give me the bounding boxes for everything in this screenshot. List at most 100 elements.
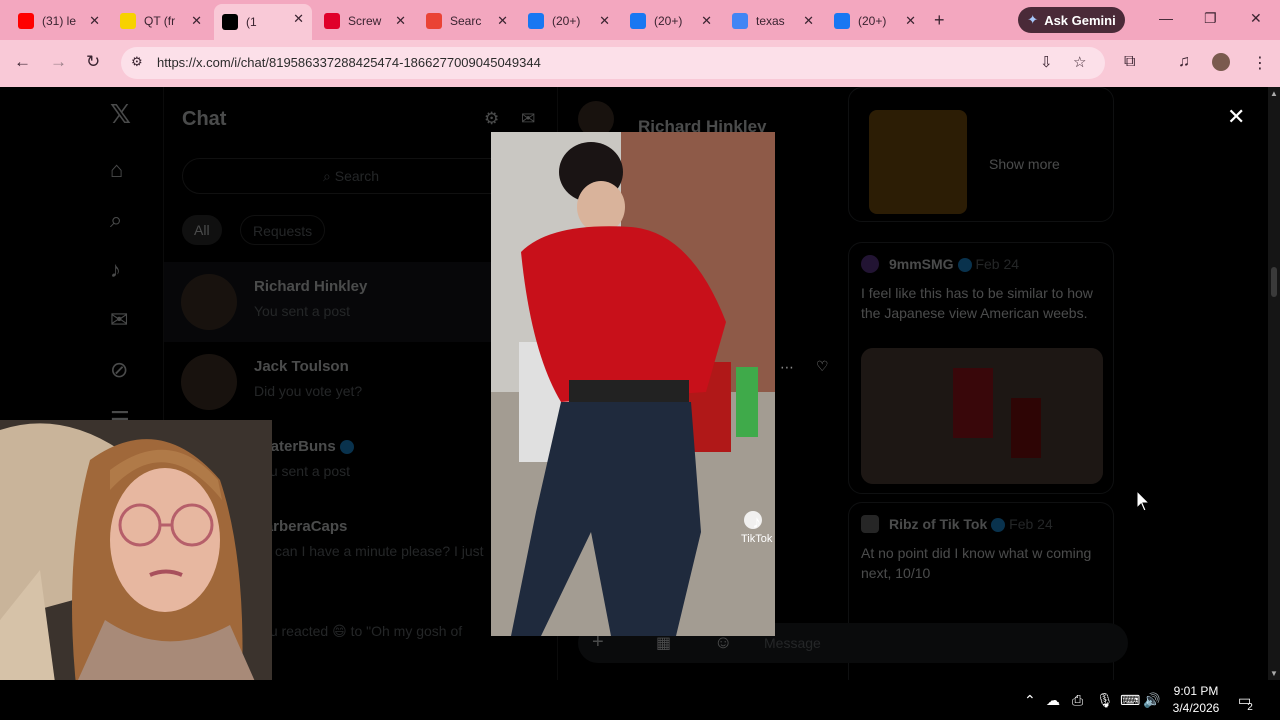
browser-toolbar: ← → ↻ ⚙ https://x.com/i/chat/81958633728… [0, 40, 1280, 87]
chat-search-input[interactable]: ⌕ Search [182, 158, 542, 194]
chat-title: Chat [182, 108, 227, 130]
close-media-icon[interactable]: ✕ [1227, 104, 1245, 130]
message-input-placeholder[interactable]: Message [764, 635, 821, 651]
facebook-icon [528, 13, 544, 29]
chat-settings-gear-icon[interactable]: ⚙ [484, 109, 499, 129]
restore-window-icon[interactable]: ❐ [1204, 10, 1217, 27]
clock-date: 3/4/2026 [1172, 701, 1220, 715]
microphone-icon[interactable]: 🎙 [1096, 692, 1114, 709]
gif-icon[interactable]: ▦ [656, 633, 671, 653]
post-author-name: 9mmSMG [889, 256, 954, 272]
facebook-icon [834, 13, 850, 29]
tab-title: Searc [450, 14, 482, 28]
install-app-icon[interactable]: ⇩ [1040, 53, 1053, 71]
notifications-bell-icon[interactable]: ♪ [110, 257, 121, 283]
windows-taskbar: ⌃ ☁ ⎙ 🎙 ⌨ 🔊 9:01 PM 3/4/2026 ▭2 [0, 680, 1280, 720]
notification-count: 2 [1247, 702, 1253, 713]
browser-tab[interactable]: (31) le ✕ [10, 6, 108, 36]
post-date: Feb 24 [975, 256, 1020, 272]
shared-post-card-top[interactable]: Show more [848, 87, 1114, 222]
gemini-star-icon: ✦ [1027, 12, 1039, 27]
video-frame [491, 132, 775, 636]
scroll-down-icon[interactable]: ▼ [1270, 669, 1278, 678]
post-text: At no point did I know what w coming nex… [861, 545, 1092, 581]
new-message-icon[interactable]: ✉ [521, 109, 535, 129]
notification-center-icon[interactable]: ▭2 [1238, 692, 1257, 713]
new-tab-button[interactable]: + [934, 10, 945, 31]
profile-avatar[interactable] [1212, 53, 1230, 76]
post-author-avatar [861, 255, 879, 273]
media-video-viewer[interactable] [491, 132, 775, 636]
tab-title: (20+) [552, 14, 581, 28]
conversation-name-row: Richard Hinkley [254, 278, 367, 295]
post-date: Feb 24 [1009, 516, 1053, 532]
close-tab-icon[interactable]: ✕ [599, 13, 610, 29]
browser-tab[interactable]: (1 ✕ [214, 4, 312, 40]
close-tab-icon[interactable]: ✕ [905, 13, 916, 29]
browser-tab[interactable]: Searc ✕ [418, 6, 516, 36]
browser-tab[interactable]: texas ✕ [724, 6, 822, 36]
reload-icon[interactable]: ↻ [86, 52, 100, 72]
scroll-up-icon[interactable]: ▲ [1270, 89, 1278, 98]
filter-all-pill[interactable]: All [182, 215, 222, 245]
tab-title: (20+) [654, 14, 683, 28]
tiktok-watermark-text: TikTok [741, 533, 773, 545]
extensions-icon[interactable]: ⧉ [1124, 53, 1135, 71]
scroll-thumb[interactable] [1271, 267, 1277, 297]
system-clock[interactable]: 9:01 PM 3/4/2026 [1166, 683, 1226, 717]
filter-requests-pill[interactable]: Requests [240, 215, 326, 245]
x-icon [222, 14, 238, 30]
message-react-icon[interactable]: ♡ [816, 358, 829, 375]
messages-envelope-icon[interactable]: ✉ [110, 307, 128, 333]
browser-tab[interactable]: (20+) ✕ [622, 6, 720, 36]
shared-post-card[interactable]: 9mmSMG Feb 24 I feel like this has to be… [848, 242, 1114, 494]
grok-icon[interactable]: ⊘ [110, 357, 128, 383]
close-window-icon[interactable]: ✕ [1250, 10, 1262, 27]
search-placeholder: Search [334, 168, 380, 184]
network-icon[interactable]: ⌨ [1120, 692, 1140, 709]
device-icon[interactable]: ⎙ [1072, 692, 1083, 709]
message-more-icon[interactable]: ⋯ [780, 359, 794, 376]
close-tab-icon[interactable]: ✕ [395, 13, 406, 29]
tab-title: (20+) [858, 14, 887, 28]
site-info-icon[interactable]: ⚙ [131, 54, 143, 70]
close-tab-icon[interactable]: ✕ [803, 13, 814, 29]
conversation-avatar [181, 354, 237, 410]
close-tab-icon[interactable]: ✕ [497, 13, 508, 29]
browser-tab[interactable]: Screw ✕ [316, 6, 414, 36]
browser-tab[interactable]: QT (fr ✕ [112, 6, 210, 36]
gmail-icon [426, 13, 442, 29]
media-controls-icon[interactable]: ♫ [1178, 53, 1190, 71]
volume-icon[interactable]: 🔊 [1143, 692, 1160, 709]
forward-arrow-icon[interactable]: → [50, 52, 67, 72]
mouse-cursor-icon [1136, 490, 1150, 512]
close-tab-icon[interactable]: ✕ [293, 11, 304, 27]
x-logo-icon[interactable]: 𝕏 [110, 99, 131, 130]
home-icon[interactable]: ⌂ [110, 157, 123, 183]
bookmark-star-icon[interactable]: ☆ [1073, 53, 1086, 71]
show-more-link[interactable]: Show more [989, 156, 1060, 172]
tab-title: (31) le [42, 14, 77, 28]
browser-menu-icon[interactable]: ⋮ [1252, 53, 1268, 73]
search-icon: ⌕ [323, 168, 335, 184]
post-media-thumbnail[interactable] [861, 348, 1103, 484]
conversation-preview: You reacted 😄 to "Oh my gosh of [254, 623, 463, 639]
close-tab-icon[interactable]: ✕ [701, 13, 712, 29]
ask-gemini-button[interactable]: ✦ Ask Gemini [1018, 7, 1125, 33]
youtube-icon [18, 13, 34, 29]
explore-search-icon[interactable]: ⌕ [110, 207, 122, 233]
minimize-window-icon[interactable]: — [1159, 10, 1173, 26]
close-tab-icon[interactable]: ✕ [89, 13, 100, 29]
address-bar[interactable]: ⚙ https://x.com/i/chat/81958633728842547… [121, 47, 1105, 79]
clock-time: 9:01 PM [1173, 684, 1219, 698]
url-text: https://x.com/i/chat/819586337288425474-… [157, 55, 541, 70]
tab-title: QT (fr [144, 14, 176, 28]
tab-title: texas [756, 14, 785, 28]
onedrive-icon[interactable]: ☁ [1046, 692, 1060, 709]
page-scrollbar[interactable]: ▲ ▼ [1268, 87, 1280, 680]
browser-tab[interactable]: (20+) ✕ [826, 6, 924, 36]
back-arrow-icon[interactable]: ← [14, 52, 31, 72]
close-tab-icon[interactable]: ✕ [191, 13, 202, 29]
browser-tab[interactable]: (20+) ✕ [520, 6, 618, 36]
show-hidden-icons-icon[interactable]: ⌃ [1024, 692, 1036, 709]
